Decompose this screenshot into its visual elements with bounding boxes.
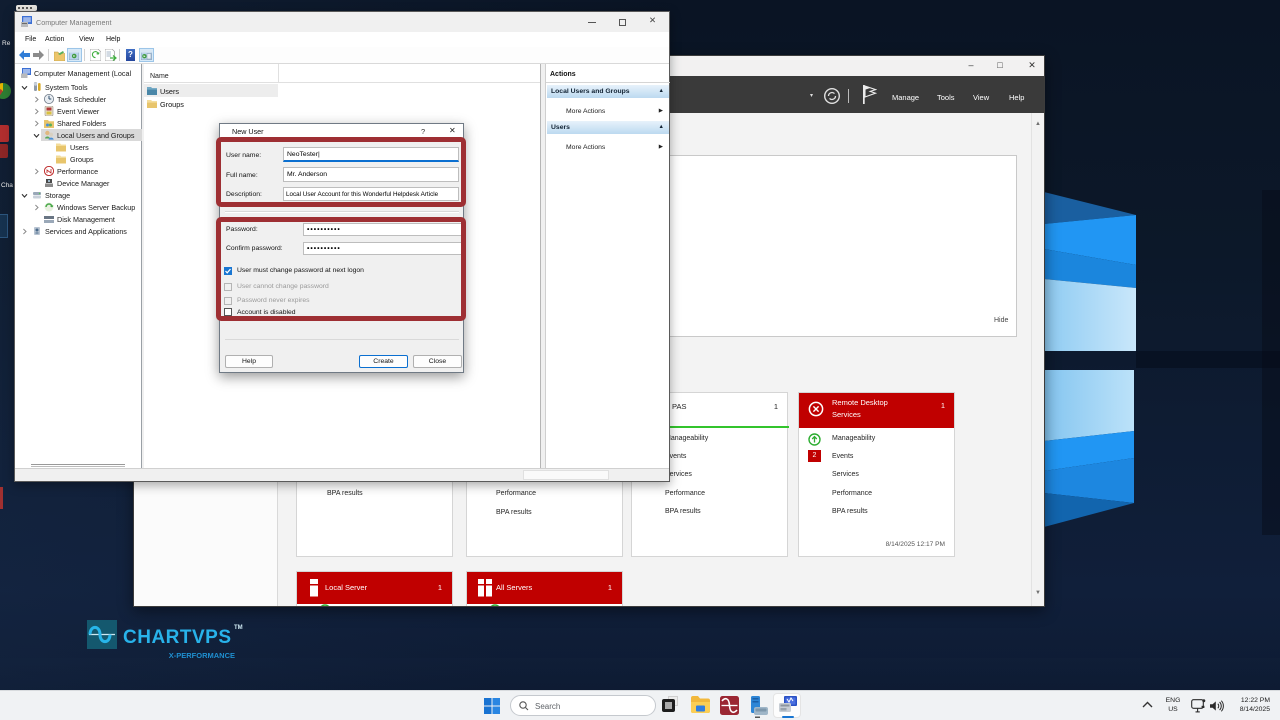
svg-text:TM: TM xyxy=(234,625,243,631)
svg-text:X-PERFORMANCE: X-PERFORMANCE xyxy=(169,651,235,660)
svg-text:CHARTVPS: CHARTVPS xyxy=(123,627,232,648)
